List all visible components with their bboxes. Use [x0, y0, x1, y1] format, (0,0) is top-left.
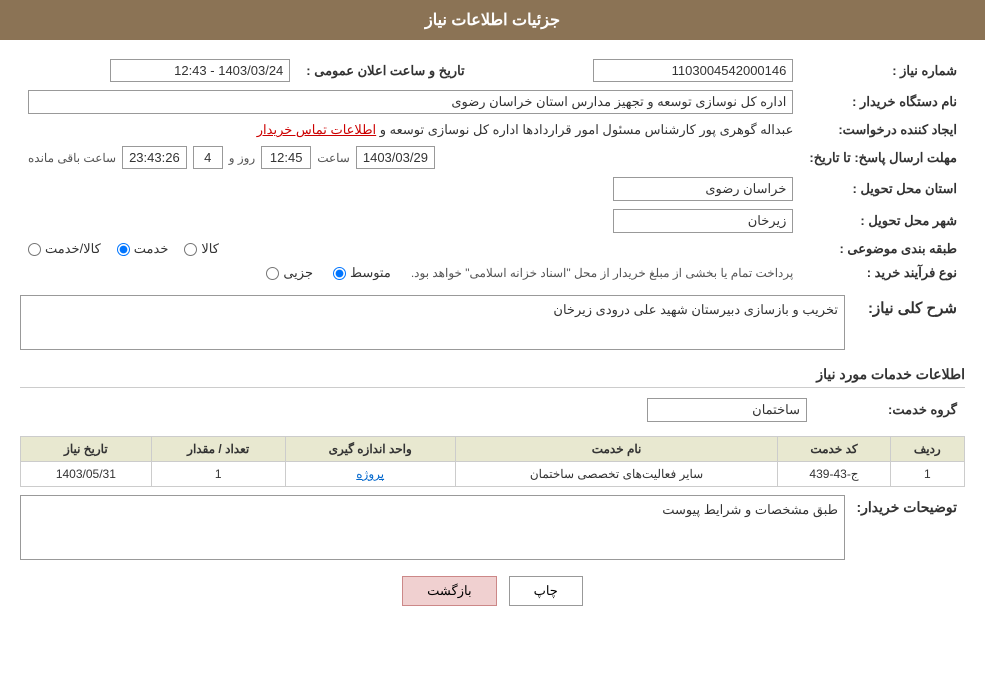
main-content: شماره نیاز : 1103004542000146 تاریخ و سا… — [0, 40, 985, 637]
category-kala-option[interactable]: کالا — [184, 241, 219, 257]
category-kala-khedmat-radio[interactable] — [28, 243, 41, 256]
need-desc-value: تخریب و بازسازی دبیرستان شهید علی درودی … — [553, 302, 838, 317]
col-qty: تعداد / مقدار — [151, 437, 285, 462]
need-desc-box: تخریب و بازسازی دبیرستان شهید علی درودی … — [20, 295, 845, 350]
province-value: خراسان رضوی — [20, 173, 801, 205]
category-label: طبقه بندی موضوعی : — [801, 237, 965, 261]
category-khedmat-label: خدمت — [134, 241, 169, 257]
purchase-motavasset-option[interactable]: متوسط — [333, 265, 391, 281]
services-table: ردیف کد خدمت نام خدمت واحد اندازه گیری ت… — [20, 436, 965, 487]
need-number-label: شماره نیاز : — [801, 55, 965, 86]
info-table-top: شماره نیاز : 1103004542000146 تاریخ و سا… — [20, 55, 965, 285]
print-button[interactable]: چاپ — [509, 576, 583, 606]
purchase-jozi-option[interactable]: جزیی — [266, 265, 313, 281]
row-qty: 1 — [151, 462, 285, 487]
col-name: نام خدمت — [455, 437, 778, 462]
province-input: خراسان رضوی — [613, 177, 793, 201]
deadline-label: مهلت ارسال پاسخ: تا تاریخ: — [801, 142, 965, 173]
row-num: 1 — [890, 462, 964, 487]
service-group-input: ساختمان — [647, 398, 807, 422]
row-date: 1403/05/31 — [21, 462, 152, 487]
row-name: سایر فعالیت‌های تخصصی ساختمان — [455, 462, 778, 487]
need-number-value: 1103004542000146 — [495, 55, 802, 86]
creator-text: عبداله گوهری پور کارشناس مسئول امور قرار… — [376, 122, 793, 137]
page-header: جزئیات اطلاعات نیاز — [0, 0, 985, 40]
creator-label: ایجاد کننده درخواست: — [801, 118, 965, 142]
purchase-type-row: جزیی متوسط پرداخت تمام یا بخشی از مبلغ خ… — [20, 261, 801, 285]
purchase-jozi-label: جزیی — [283, 265, 313, 281]
buyer-org-value: اداره کل نوسازی توسعه و تجهیز مدارس استا… — [20, 86, 801, 118]
col-code: کد خدمت — [778, 437, 890, 462]
page-wrapper: جزئیات اطلاعات نیاز شماره نیاز : 1103004… — [0, 0, 985, 691]
services-section-title: اطلاعات خدمات مورد نیاز — [20, 362, 965, 388]
buyer-desc-label: توضیحات خریدار: — [845, 495, 965, 516]
service-group-value: ساختمان — [20, 394, 815, 426]
remaining-label: ساعت باقی مانده — [28, 151, 116, 165]
purchase-motavasset-label: متوسط — [350, 265, 391, 281]
creator-link[interactable]: اطلاعات تماس خریدار — [257, 122, 376, 137]
col-row: ردیف — [890, 437, 964, 462]
city-value: زیرخان — [20, 205, 801, 237]
back-button[interactable]: بازگشت — [402, 576, 496, 606]
announce-date-label: تاریخ و ساعت اعلان عمومی : — [298, 55, 494, 86]
city-label: شهر محل تحویل : — [801, 205, 965, 237]
buyer-org-label: نام دستگاه خریدار : — [801, 86, 965, 118]
buyer-desc-section: توضیحات خریدار: طبق مشخصات و شرایط پیوست — [20, 495, 965, 560]
category-khedmat-option[interactable]: خدمت — [117, 241, 169, 257]
service-group-label: گروه خدمت: — [815, 394, 965, 426]
category-options: کالا خدمت کالا/خدمت — [20, 237, 801, 261]
service-group-table: گروه خدمت: ساختمان — [20, 394, 965, 426]
need-desc-section: شرح کلی نیاز: تخریب و بازسازی دبیرستان ش… — [20, 295, 965, 350]
category-kala-label: کالا — [201, 241, 219, 257]
col-date: تاریخ نیاز — [21, 437, 152, 462]
province-label: استان محل تحویل : — [801, 173, 965, 205]
purchase-jozi-radio[interactable] — [266, 267, 279, 280]
need-number-input: 1103004542000146 — [593, 59, 793, 82]
page-title: جزئیات اطلاعات نیاز — [425, 12, 560, 29]
days-label: روز و — [229, 151, 256, 165]
purchase-type-note: پرداخت تمام یا بخشی از مبلغ خریدار از مح… — [411, 266, 794, 280]
table-row: 1 ج-43-439 سایر فعالیت‌های تخصصی ساختمان… — [21, 462, 965, 487]
row-code: ج-43-439 — [778, 462, 890, 487]
purchase-type-label: نوع فرآیند خرید : — [801, 261, 965, 285]
deadline-row: 1403/03/29 ساعت 12:45 روز و 4 23:43:26 س… — [20, 142, 801, 173]
deadline-date: 1403/03/29 — [356, 146, 435, 169]
need-desc-label: شرح کلی نیاز: — [845, 295, 965, 317]
announce-date-input: 1403/03/24 - 12:43 — [110, 59, 290, 82]
category-kala-radio[interactable] — [184, 243, 197, 256]
deadline-time: 12:45 — [261, 146, 311, 169]
row-unit[interactable]: پروژه — [285, 462, 455, 487]
category-kala-khedmat-label: کالا/خدمت — [45, 241, 101, 257]
category-khedmat-radio[interactable] — [117, 243, 130, 256]
city-input: زیرخان — [613, 209, 793, 233]
buyer-org-input: اداره کل نوسازی توسعه و تجهیز مدارس استا… — [28, 90, 793, 114]
buyer-desc-box: طبق مشخصات و شرایط پیوست — [20, 495, 845, 560]
purchase-motavasset-radio[interactable] — [333, 267, 346, 280]
category-kala-khedmat-option[interactable]: کالا/خدمت — [28, 241, 101, 257]
button-bar: چاپ بازگشت — [20, 576, 965, 606]
announce-date-value: 1403/03/24 - 12:43 — [20, 55, 298, 86]
deadline-days: 4 — [193, 146, 223, 169]
deadline-remaining: 23:43:26 — [122, 146, 187, 169]
col-unit: واحد اندازه گیری — [285, 437, 455, 462]
time-label: ساعت — [317, 151, 350, 165]
buyer-desc-value: طبق مشخصات و شرایط پیوست — [662, 502, 838, 517]
creator-value: عبداله گوهری پور کارشناس مسئول امور قرار… — [20, 118, 801, 142]
